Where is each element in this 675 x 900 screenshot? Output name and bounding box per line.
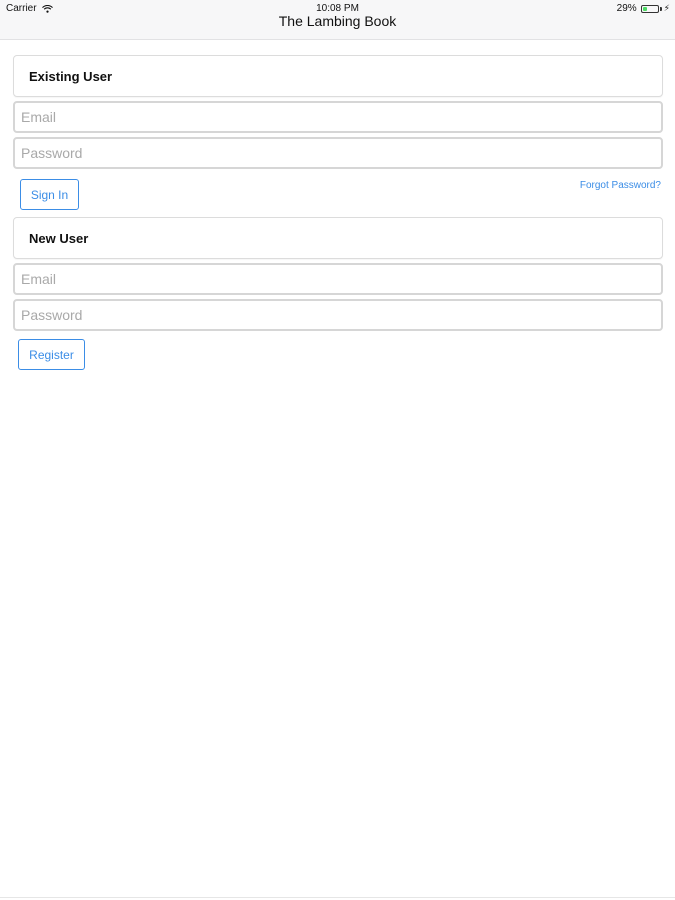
status-and-nav-bar: Carrier 10:08 PM The Lambing Book 29% ⚡︎ bbox=[0, 0, 675, 40]
new-user-header: New User bbox=[13, 217, 663, 259]
existing-user-email-field[interactable] bbox=[13, 101, 663, 133]
forgot-password-link[interactable]: Forgot Password? bbox=[580, 180, 661, 191]
new-user-email-field[interactable] bbox=[13, 263, 663, 295]
battery-indicator: 29% ⚡︎ bbox=[617, 3, 670, 14]
new-user-title: New User bbox=[29, 231, 89, 246]
battery-percent: 29% bbox=[616, 3, 637, 14]
register-button[interactable]: Register bbox=[18, 339, 85, 370]
battery-icon bbox=[640, 4, 659, 13]
page-title: The Lambing Book bbox=[278, 13, 397, 29]
bolt-icon: ⚡︎ bbox=[663, 3, 670, 13]
new-user-password-field[interactable] bbox=[13, 299, 663, 331]
battery-terminal bbox=[659, 6, 662, 11]
existing-user-password-field[interactable] bbox=[13, 137, 663, 169]
bottom-divider bbox=[0, 897, 675, 898]
existing-user-title: Existing User bbox=[29, 69, 113, 84]
sign-in-button[interactable]: Sign In bbox=[20, 179, 79, 210]
login-screen: Carrier 10:08 PM The Lambing Book 29% ⚡︎… bbox=[0, 0, 675, 900]
battery-level-fill bbox=[642, 6, 647, 11]
existing-user-header: Existing User bbox=[13, 55, 663, 97]
